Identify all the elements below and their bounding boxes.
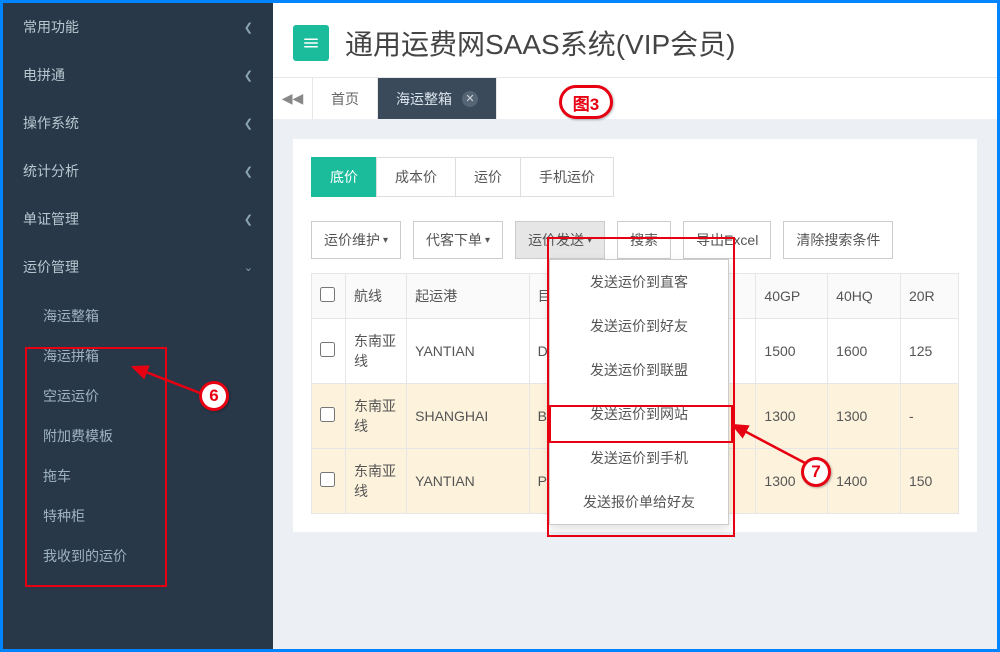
chevron-left-icon: ❮ [244,21,253,34]
caret-down-icon: ▾ [383,235,388,246]
cell-pol: YANTIAN [407,449,529,514]
export-button[interactable]: 导出Excel [683,221,771,259]
sidebar-item-pricing[interactable]: 运价管理 ⌄ [3,243,273,291]
th-pol: 起运港 [407,274,529,319]
th-40hq: 40HQ [828,274,901,319]
sub-item-lcl[interactable]: 海运拼箱 [3,336,273,376]
caret-down-icon: ▾ [485,235,490,246]
price-tab-base[interactable]: 底价 [311,157,377,197]
hamburger-icon [302,34,320,52]
menu-toggle-button[interactable] [293,25,329,61]
maintain-button[interactable]: 运价维护▾ [311,221,401,259]
sidebar: 常用功能 ❮ 电拼通 ❮ 操作系统 ❮ 统计分析 ❮ 单证管理 ❮ 运价管理 ⌄… [3,3,273,649]
send-dropdown: 发送运价到直客 发送运价到好友 发送运价到联盟 发送运价到网站 发送运价到手机 … [549,259,729,525]
tabs-bar: ◀◀ 首页 海运整箱 ✕ [273,77,997,119]
sidebar-item-stats[interactable]: 统计分析 ❮ [3,147,273,195]
cell-pol: YANTIAN [407,319,529,384]
sub-item-received[interactable]: 我收到的运价 [3,536,273,576]
price-tab-cost[interactable]: 成本价 [376,157,456,197]
sidebar-item-label: 运价管理 [23,257,79,277]
sidebar-item-dianpin[interactable]: 电拼通 ❮ [3,51,273,99]
cell-40gp: 1300 [756,449,828,514]
chevron-left-icon: ❮ [244,69,253,82]
sidebar-item-label: 常用功能 [23,17,79,37]
btn-label: 运价发送 [528,230,584,250]
sub-item-surcharge[interactable]: 附加费模板 [3,416,273,456]
dd-item-website[interactable]: 发送运价到网站 [550,392,728,436]
chevron-left-icon: ❮ [244,117,253,130]
dd-item-friend[interactable]: 发送运价到好友 [550,304,728,348]
cell-route: 东南亚线 [346,319,407,384]
cell-20r: 125 [900,319,958,384]
cell-40hq: 1300 [828,384,901,449]
tab-label: 首页 [331,89,359,109]
chevron-left-icon: ❮ [244,213,253,226]
sidebar-item-common[interactable]: 常用功能 ❮ [3,3,273,51]
price-tab-mobile[interactable]: 手机运价 [520,157,614,197]
th-40gp: 40GP [756,274,828,319]
dd-item-quote[interactable]: 发送报价单给好友 [550,480,728,524]
toolbar: 运价维护▾ 代客下单▾ 运价发送▾ 搜索 导出Excel 清除搜索条件 发送运价… [311,221,959,259]
cell-20r: 150 [900,449,958,514]
th-20r: 20R [900,274,958,319]
price-tab-group: 底价 成本价 运价 手机运价 [311,157,959,197]
cell-40hq: 1600 [828,319,901,384]
btn-label: 运价维护 [324,230,380,250]
cell-pol: SHANGHAI [407,384,529,449]
cell-route: 东南亚线 [346,449,407,514]
chevron-left-icon: ❮ [244,165,253,178]
sidebar-item-label: 单证管理 [23,209,79,229]
cell-20r: - [900,384,958,449]
cell-40hq: 1400 [828,449,901,514]
close-icon[interactable]: ✕ [462,91,478,107]
caret-down-icon: ▾ [587,235,592,246]
sidebar-item-docs[interactable]: 单证管理 ❮ [3,195,273,243]
cell-route: 东南亚线 [346,384,407,449]
chevron-down-icon: ⌄ [244,261,253,274]
sub-item-special[interactable]: 特种柜 [3,496,273,536]
dd-item-direct[interactable]: 发送运价到直客 [550,260,728,304]
search-button[interactable]: 搜索 [617,221,671,259]
tab-back-button[interactable]: ◀◀ [273,78,313,119]
sub-item-truck[interactable]: 拖车 [3,456,273,496]
sidebar-item-operation[interactable]: 操作系统 ❮ [3,99,273,147]
row-checkbox[interactable] [320,342,335,357]
double-chevron-left-icon: ◀◀ [282,90,304,107]
dd-item-alliance[interactable]: 发送运价到联盟 [550,348,728,392]
order-button[interactable]: 代客下单▾ [413,221,503,259]
sub-item-air[interactable]: 空运运价 [3,376,273,416]
row-checkbox[interactable] [320,472,335,487]
tab-home[interactable]: 首页 [313,78,378,119]
sidebar-item-label: 统计分析 [23,161,79,181]
cell-40gp: 1300 [756,384,828,449]
row-checkbox[interactable] [320,407,335,422]
content-card: 底价 成本价 运价 手机运价 运价维护▾ 代客下单▾ 运价发送▾ 搜索 导出Ex… [293,139,977,532]
send-button[interactable]: 运价发送▾ [515,221,605,259]
select-all-checkbox[interactable] [320,287,335,302]
sidebar-item-label: 电拼通 [23,65,65,85]
sub-item-fcl[interactable]: 海运整箱 [3,296,273,336]
header: 通用运费网SAAS系统(VIP会员) [273,3,997,77]
clear-button[interactable]: 清除搜索条件 [783,221,893,259]
th-route: 航线 [346,274,407,319]
tab-label: 海运整箱 [396,89,452,109]
tab-fcl[interactable]: 海运整箱 ✕ [378,78,497,119]
price-tab-rate[interactable]: 运价 [455,157,521,197]
btn-label: 代客下单 [426,230,482,250]
page-title: 通用运费网SAAS系统(VIP会员) [345,23,735,63]
cell-40gp: 1500 [756,319,828,384]
sidebar-item-label: 操作系统 [23,113,79,133]
main-area: 通用运费网SAAS系统(VIP会员) ◀◀ 首页 海运整箱 ✕ 底价 成本价 运… [273,3,997,649]
dd-item-mobile[interactable]: 发送运价到手机 [550,436,728,480]
sidebar-submenu: 海运整箱 海运拼箱 空运运价 附加费模板 拖车 特种柜 我收到的运价 [3,291,273,581]
